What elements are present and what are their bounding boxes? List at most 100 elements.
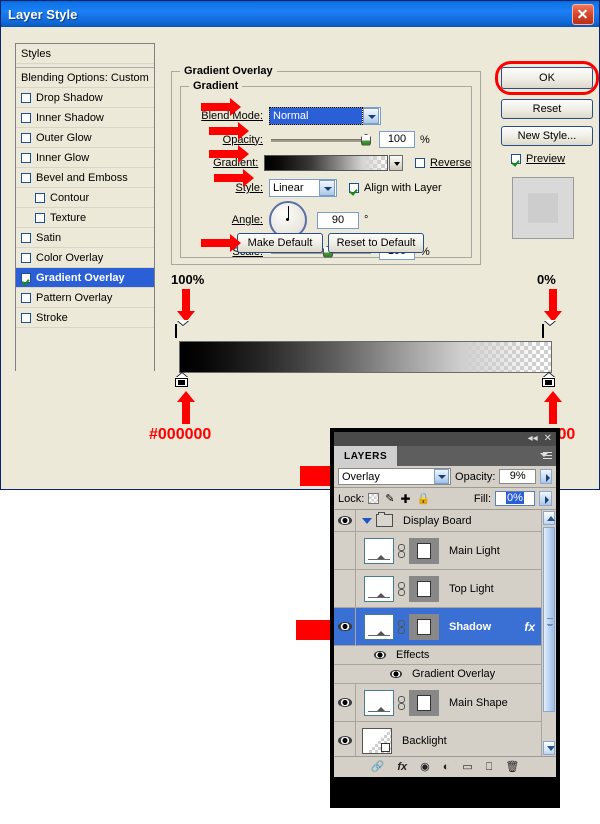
layer-row-top-light[interactable]: Top Light (334, 570, 541, 608)
layer-name[interactable]: Gradient Overlay (412, 668, 495, 680)
angle-input[interactable]: 90 (317, 212, 359, 229)
layer-mask-thumbnail[interactable] (409, 690, 439, 716)
new-group-icon[interactable]: ▭ (462, 761, 472, 773)
visibility-toggle[interactable] (334, 510, 356, 531)
layer-name[interactable]: Main Light (449, 545, 500, 557)
layer-row-gradient-overlay-effect[interactable]: Gradient Overlay (334, 665, 541, 684)
link-layers-icon[interactable]: 🔗 (371, 761, 385, 773)
reset-to-default-button[interactable]: Reset to Default (328, 233, 424, 253)
scroll-up-button[interactable] (543, 511, 555, 525)
scrollbar-thumb[interactable] (543, 527, 555, 712)
style-item-texture[interactable]: Texture (16, 208, 154, 228)
lock-image-icon[interactable]: ✎ (385, 492, 394, 505)
gradient-strip[interactable] (179, 341, 552, 373)
new-style-button[interactable]: New Style... (501, 126, 593, 146)
checkbox-outer-glow[interactable] (21, 133, 31, 143)
layer-thumbnail[interactable] (364, 690, 394, 716)
layer-name[interactable]: Display Board (403, 515, 471, 527)
style-item-stroke[interactable]: Stroke (16, 308, 154, 328)
layer-mask-thumbnail[interactable] (409, 614, 439, 640)
link-mask-icon[interactable] (397, 544, 406, 558)
layer-name[interactable]: Shadow (449, 621, 491, 633)
dialog-titlebar[interactable]: Layer Style (1, 1, 599, 27)
panel-menu-icon[interactable] (540, 452, 552, 461)
layer-name[interactable]: Main Shape (449, 697, 508, 709)
lock-all-icon[interactable]: 🔒 (417, 492, 431, 505)
checkbox-color-overlay[interactable] (21, 253, 31, 263)
layer-thumbnail[interactable] (364, 538, 394, 564)
style-item-bevel-and-emboss[interactable]: Bevel and Emboss (16, 168, 154, 188)
visibility-toggle[interactable] (334, 608, 356, 645)
chevron-down-icon[interactable] (363, 108, 379, 124)
layer-thumbnail[interactable] (364, 576, 394, 602)
checkbox-gradient-overlay[interactable] (21, 273, 31, 283)
layer-blend-mode-select[interactable]: Overlay (338, 468, 451, 485)
checkbox-contour[interactable] (35, 193, 45, 203)
opacity-spinner-icon[interactable] (540, 469, 552, 484)
layers-list[interactable]: Display Board Main Light Top Lig (334, 510, 556, 756)
styles-list[interactable]: Styles Blending Options: Custom Drop Sha… (15, 43, 155, 371)
visibility-toggle[interactable] (334, 570, 356, 607)
gradient-style-select[interactable]: Linear (269, 179, 337, 197)
reset-button[interactable]: Reset (501, 99, 593, 119)
gradient-color-stop-right[interactable] (542, 373, 555, 387)
gradient-opacity-stop-left[interactable] (175, 325, 188, 339)
opacity-input[interactable]: 100 (379, 131, 415, 148)
blending-options-item[interactable]: Blending Options: Custom (16, 68, 154, 88)
visibility-toggle[interactable] (334, 684, 356, 721)
layer-thumbnail[interactable] (364, 614, 394, 640)
chevron-down-icon[interactable] (319, 180, 335, 196)
tab-layers[interactable]: LAYERS (334, 446, 397, 466)
add-style-icon[interactable]: fx (397, 761, 407, 773)
adjustment-layer-icon[interactable]: ◐ (443, 761, 450, 773)
layer-mask-thumbnail[interactable] (409, 576, 439, 602)
layer-effects-icon[interactable]: fx (524, 620, 535, 634)
checkbox-inner-glow[interactable] (21, 153, 31, 163)
visibility-toggle[interactable] (334, 532, 356, 569)
gradient-color-stop-left[interactable] (175, 373, 188, 387)
layer-row-shadow[interactable]: Shadow fx (334, 608, 541, 646)
layer-row-display-board[interactable]: Display Board (334, 510, 541, 532)
style-item-contour[interactable]: Contour (16, 188, 154, 208)
collapse-icon[interactable]: ◂◂ (528, 434, 538, 444)
gradient-opacity-stop-right[interactable] (542, 325, 555, 339)
layer-opacity-input[interactable]: 9% (499, 469, 536, 484)
checkbox-align-with-layer[interactable] (349, 183, 359, 193)
layer-row-main-light[interactable]: Main Light (334, 532, 541, 570)
fill-spinner-icon[interactable] (539, 491, 552, 506)
opacity-slider[interactable] (271, 133, 371, 147)
gradient-preview-swatch[interactable] (264, 155, 388, 171)
checkbox-satin[interactable] (21, 233, 31, 243)
lock-position-icon[interactable]: ✚ (401, 492, 411, 506)
eye-icon[interactable] (390, 670, 402, 678)
style-item-gradient-overlay[interactable]: Gradient Overlay (16, 268, 154, 288)
checkbox-bevel-and-emboss[interactable] (21, 173, 31, 183)
chevron-down-icon[interactable] (362, 518, 372, 524)
ok-button[interactable]: OK (501, 67, 593, 89)
link-mask-icon[interactable] (397, 696, 406, 710)
style-item-pattern-overlay[interactable]: Pattern Overlay (16, 288, 154, 308)
link-mask-icon[interactable] (397, 582, 406, 596)
layers-scrollbar[interactable] (541, 510, 556, 756)
slider-knob[interactable] (361, 134, 371, 146)
add-mask-icon[interactable]: ◉ (420, 761, 430, 773)
blend-mode-select[interactable]: Normal (269, 107, 381, 125)
style-item-inner-shadow[interactable]: Inner Shadow (16, 108, 154, 128)
eye-icon[interactable] (374, 651, 386, 659)
close-icon[interactable] (572, 4, 594, 25)
style-item-inner-glow[interactable]: Inner Glow (16, 148, 154, 168)
style-item-satin[interactable]: Satin (16, 228, 154, 248)
layer-name[interactable]: Top Light (449, 583, 494, 595)
layer-thumbnail[interactable] (362, 728, 392, 754)
new-layer-icon[interactable]: ⎕ (486, 761, 493, 773)
delete-layer-icon[interactable]: 🗑 (505, 761, 519, 773)
layer-mask-thumbnail[interactable] (409, 538, 439, 564)
layer-row-main-shape[interactable]: Main Shape (334, 684, 541, 722)
preview-checkbox-row[interactable]: Preview (511, 153, 565, 165)
layer-row-effects[interactable]: Effects (334, 646, 541, 665)
layer-row-backlight[interactable]: Backlight (334, 722, 541, 756)
checkbox-texture[interactable] (35, 213, 45, 223)
checkbox-preview[interactable] (511, 154, 521, 164)
layers-panel-topbar[interactable]: ◂◂ ✕ (334, 432, 556, 446)
style-item-outer-glow[interactable]: Outer Glow (16, 128, 154, 148)
